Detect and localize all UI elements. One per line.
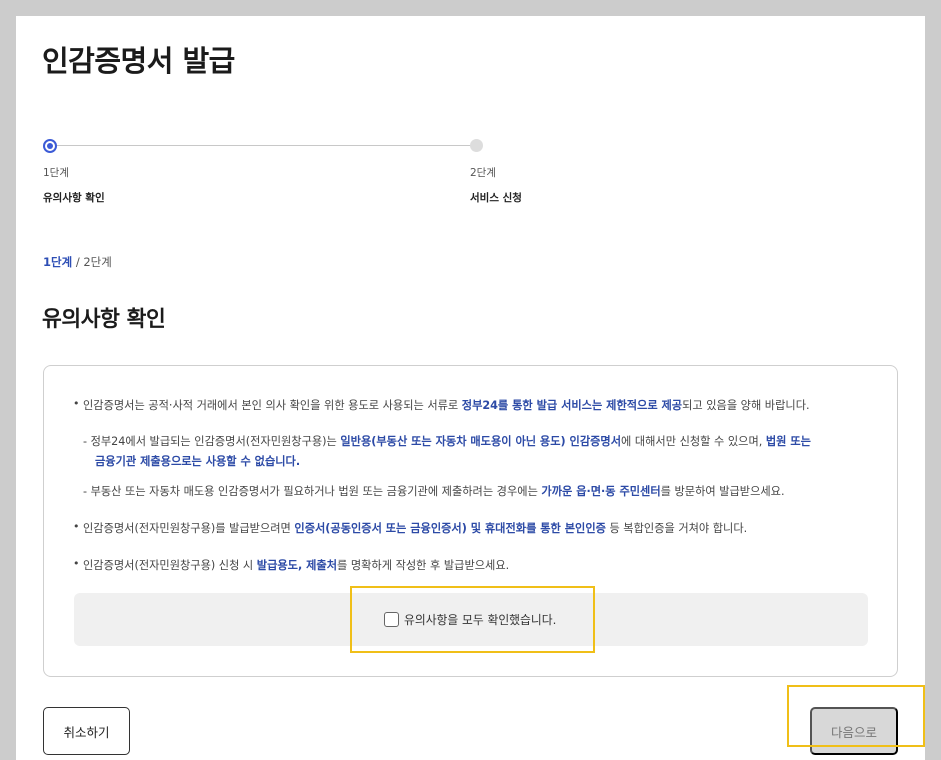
step-2-name: 서비스 신청 bbox=[470, 192, 522, 204]
step-breadcrumb: 1단계 / 2단계 bbox=[43, 254, 112, 270]
next-highlight bbox=[787, 685, 925, 747]
main-page: 인감증명서 발급 1단계 유의사항 확인 2단계 서비스 신청 1단계 / 2단… bbox=[16, 16, 925, 760]
bullet-dot: • bbox=[73, 397, 80, 410]
stepper-line bbox=[50, 145, 477, 146]
step-2-number: 2단계 bbox=[470, 167, 497, 179]
cancel-button[interactable]: 취소하기 bbox=[43, 707, 130, 755]
step-2-indicator bbox=[470, 139, 483, 152]
bullet-dot: • bbox=[73, 520, 80, 533]
step-1-number: 1단계 bbox=[43, 167, 70, 179]
notice-bullet-3: 인감증명서(전자민원창구용) 신청 시 발급용도, 제출처를 명확하게 작성한 … bbox=[83, 559, 510, 572]
notice-bullet-2: 인감증명서(전자민원창구용)를 발급받으려면 인증서(공동인증서 또는 금융인증… bbox=[83, 522, 748, 535]
confirm-highlight bbox=[350, 586, 595, 653]
breadcrumb-separator: / bbox=[72, 255, 84, 269]
bullet-dot: • bbox=[73, 557, 80, 570]
notice-sub-1: - 정부24에서 발급되는 인감증명서(전자민원창구용)는 일반용(부동산 또는… bbox=[83, 435, 811, 448]
page-title: 인감증명서 발급 bbox=[42, 44, 235, 78]
breadcrumb-current: 1단계 bbox=[43, 255, 73, 269]
notice-sub-2: - 부동산 또는 자동차 매도용 인감증명서가 필요하거나 법원 또는 금융기관… bbox=[83, 485, 785, 498]
notice-sub-1-cont: 금융기관 제출용으로는 사용할 수 없습니다. bbox=[95, 455, 301, 468]
step-1-indicator bbox=[43, 139, 57, 153]
section-title: 유의사항 확인 bbox=[42, 307, 166, 332]
step-1-name: 유의사항 확인 bbox=[43, 192, 105, 204]
notice-bullet-1: 인감증명서는 공적·사적 거래에서 본인 의사 확인을 위한 용도로 사용되는 … bbox=[83, 399, 810, 412]
breadcrumb-total: 2단계 bbox=[83, 255, 112, 269]
